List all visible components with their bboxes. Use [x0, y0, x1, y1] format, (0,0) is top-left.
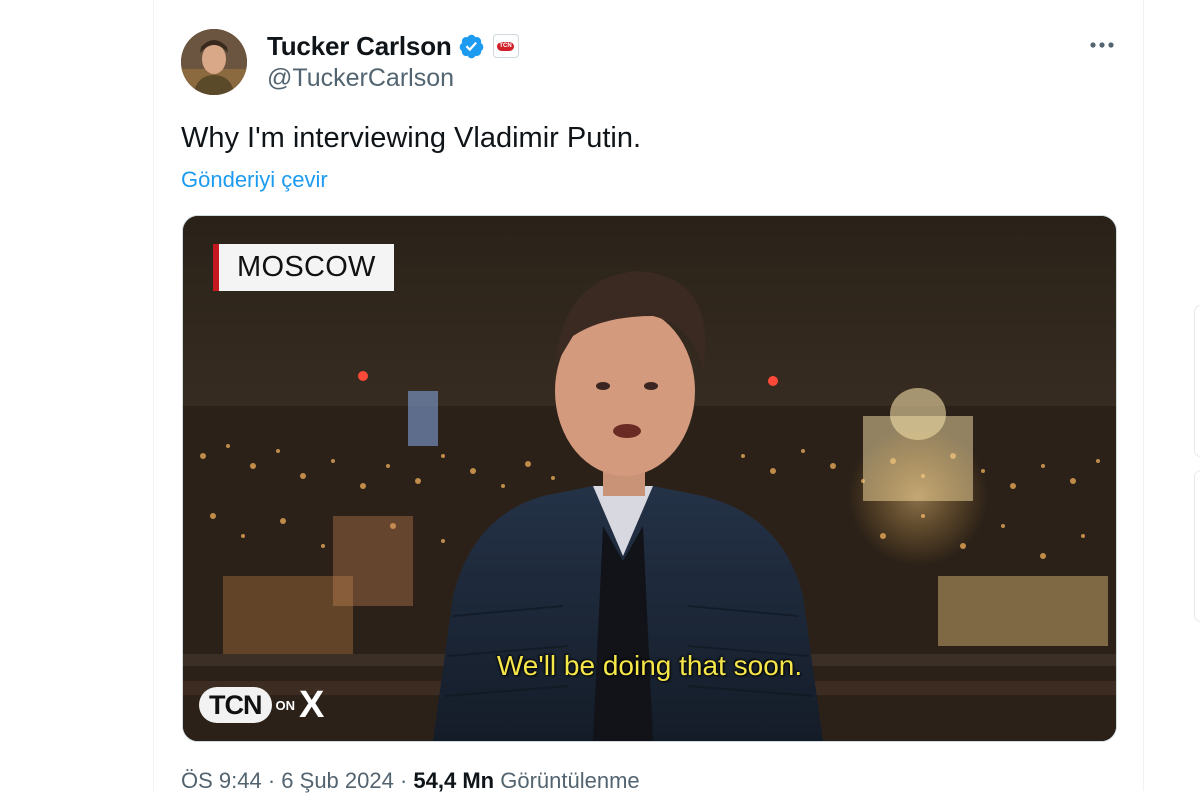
video-player[interactable]: MOSCOW We'll be doing that soon. TCN ON …	[182, 215, 1117, 742]
author-name-row: Tucker Carlson TCN	[267, 29, 519, 63]
translate-post-link[interactable]: Gönderiyi çevir	[181, 167, 328, 193]
tweet-text: Why I'm interviewing Vladimir Putin.	[181, 122, 642, 154]
tweet-date-link[interactable]: 6 Şub 2024	[281, 768, 394, 793]
tcn-on-x-logo: TCN ON X	[199, 685, 324, 725]
views-count[interactable]: 54,4 Mn	[413, 768, 494, 793]
more-options-icon	[1090, 42, 1114, 48]
views-label: Görüntülenme	[500, 768, 640, 793]
meta-separator: ·	[267, 768, 276, 793]
logo-on-text: ON	[275, 697, 296, 713]
more-options-button[interactable]	[1082, 30, 1122, 60]
x-logo-icon: X	[299, 684, 325, 726]
sidebar-card-edge	[1194, 470, 1200, 622]
sidebar-card-edge	[1194, 305, 1200, 457]
meta-separator: ·	[399, 768, 408, 793]
author-handle[interactable]: @TuckerCarlson	[267, 64, 454, 93]
tcn-logo-pill: TCN	[199, 687, 272, 723]
affiliate-badge-icon[interactable]: TCN	[492, 34, 519, 58]
location-lower-third: MOSCOW	[213, 244, 394, 291]
author-display-name[interactable]: Tucker Carlson	[267, 31, 452, 62]
tweet-time-link[interactable]: ÖS 9:44	[181, 768, 262, 793]
tweet-meta-row: ÖS 9:44 · 6 Şub 2024 · 54,4 Mn Görüntüle…	[181, 768, 640, 794]
avatar-image	[181, 29, 247, 95]
timeline-right-border	[1143, 0, 1144, 791]
verified-badge-icon[interactable]	[458, 33, 485, 60]
affiliate-badge-label: TCN	[497, 41, 514, 51]
timeline-left-border	[153, 0, 154, 791]
video-caption: We'll be doing that soon.	[496, 650, 803, 681]
avatar[interactable]	[181, 29, 247, 95]
location-label: MOSCOW	[219, 244, 394, 291]
